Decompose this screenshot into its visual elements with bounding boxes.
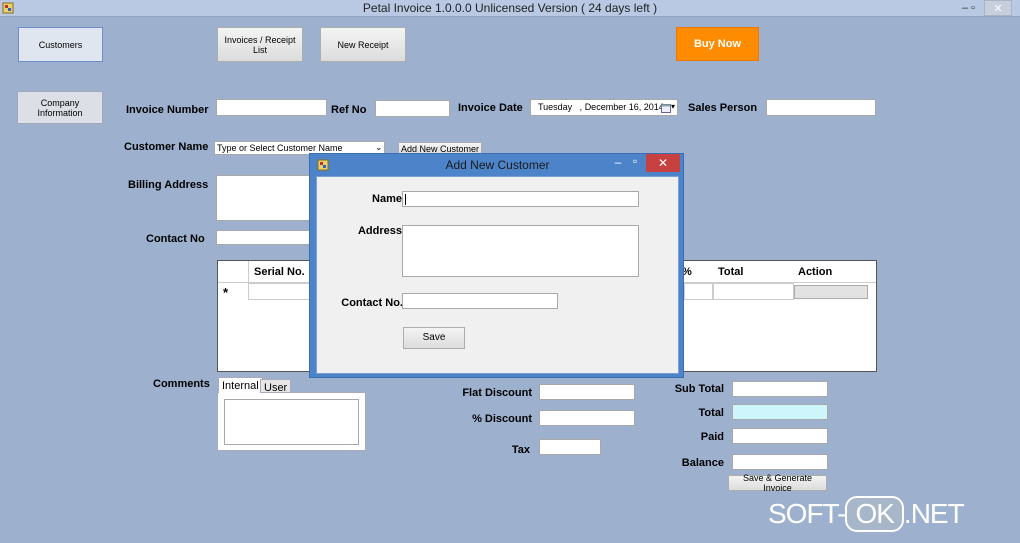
text-cursor: [405, 194, 406, 205]
flat-discount-input[interactable]: [539, 384, 635, 400]
dialog-save-button[interactable]: Save: [403, 327, 465, 349]
grid-cell[interactable]: [712, 283, 794, 300]
sales-person-label: Sales Person: [688, 102, 758, 114]
flat-discount-label: Flat Discount: [462, 387, 532, 399]
tab-internal[interactable]: Internal: [218, 377, 263, 393]
watermark-logo: SOFT- OK .NET: [768, 496, 965, 532]
dialog-name-input[interactable]: [402, 191, 639, 207]
chevron-down-icon[interactable]: ⌄: [375, 142, 383, 153]
window-title: Petal Invoice 1.0.0.0 Unlicensed Version…: [362, 1, 658, 15]
paid-field[interactable]: [732, 428, 828, 444]
comments-tab-panel: [217, 392, 366, 451]
dialog-close-button[interactable]: ✕: [646, 154, 680, 172]
company-information-button[interactable]: Company Information: [17, 91, 103, 124]
grid-action-cell[interactable]: [794, 285, 868, 299]
ref-no-label: Ref No: [331, 104, 367, 116]
save-generate-invoice-button[interactable]: Save & Generate Invoice: [728, 473, 827, 493]
watermark-left: SOFT-: [768, 498, 846, 529]
sales-person-input[interactable]: [766, 99, 876, 116]
title-bar: Petal Invoice 1.0.0.0 Unlicensed Version…: [0, 0, 1020, 17]
invoice-number-input[interactable]: [216, 99, 327, 116]
dialog-contact-label: Contact No.: [341, 297, 403, 309]
total-label: Total: [698, 407, 724, 419]
paid-label: Paid: [700, 431, 724, 443]
grid-header-serial[interactable]: Serial No.: [254, 266, 305, 278]
billing-address-label: Billing Address: [128, 179, 209, 191]
dialog-address-label: Address: [357, 225, 402, 237]
calendar-icon[interactable]: [661, 103, 671, 113]
new-receipt-button[interactable]: New Receipt: [320, 27, 406, 62]
balance-label: Balance: [681, 457, 724, 469]
customer-name-placeholder: Type or Select Customer Name: [217, 143, 343, 153]
dialog-body: Name Address Contact No. Save: [316, 176, 679, 374]
new-row-marker: *: [223, 285, 229, 300]
contact-no-label: Contact No: [146, 233, 205, 245]
ref-no-input[interactable]: [375, 100, 450, 117]
sub-total-label: Sub Total: [674, 383, 724, 395]
invoice-number-label: Invoice Number: [126, 104, 209, 116]
customers-button[interactable]: Customers: [18, 27, 103, 62]
close-button[interactable]: ✕: [984, 0, 1012, 16]
invoice-date-label: Invoice Date: [458, 102, 523, 114]
dialog-restore-button[interactable]: ▫: [628, 154, 642, 168]
dialog-minimize-button[interactable]: –: [611, 155, 625, 169]
balance-field[interactable]: [732, 454, 828, 470]
comments-label: Comments: [153, 378, 210, 390]
tax-label: Tax: [511, 444, 530, 456]
invoice-date-value: Tuesday , December 16, 2014: [538, 102, 664, 112]
percent-discount-input[interactable]: [539, 410, 635, 426]
percent-discount-label: % Discount: [472, 413, 532, 425]
tab-user[interactable]: User: [260, 379, 292, 394]
sub-total-field[interactable]: [732, 381, 828, 397]
dialog-address-input[interactable]: [402, 225, 639, 277]
invoices-receipt-list-button[interactable]: Invoices / Receipt List: [217, 27, 303, 62]
dialog-name-label: Name: [372, 193, 402, 205]
billing-address-input[interactable]: [216, 175, 312, 221]
contact-no-input[interactable]: [216, 230, 312, 245]
total-field[interactable]: [732, 404, 828, 420]
add-new-customer-dialog: Add New Customer – ▫ ✕ Name Address Cont…: [309, 153, 684, 378]
chevron-down-icon: ▾: [671, 102, 676, 111]
restore-button[interactable]: ▫: [966, 0, 980, 16]
watermark-right: .NET: [903, 498, 965, 529]
grid-header-total[interactable]: Total: [718, 266, 743, 278]
comments-input[interactable]: [224, 399, 359, 445]
buy-now-button[interactable]: Buy Now: [676, 27, 759, 61]
grid-cell[interactable]: [684, 283, 714, 300]
invoice-date-picker[interactable]: Tuesday , December 16, 2014 ▾: [530, 99, 678, 116]
customer-name-label: Customer Name: [124, 141, 209, 153]
dialog-contact-input[interactable]: [402, 293, 558, 309]
tax-input[interactable]: [539, 439, 601, 455]
watermark-ok: OK: [845, 496, 904, 532]
grid-header-action[interactable]: Action: [798, 266, 832, 278]
